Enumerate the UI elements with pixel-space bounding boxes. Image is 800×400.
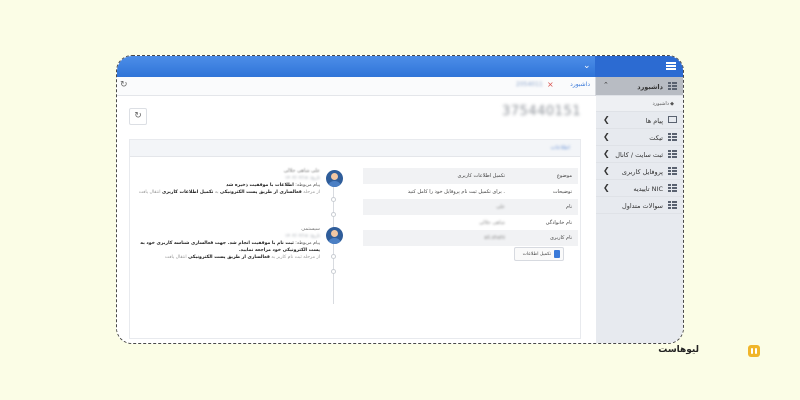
sidebar-item-site-register[interactable]: ❮ ثبت سایت / کانال bbox=[596, 146, 683, 163]
sidebar-item-dashboard[interactable]: ⌃ داشبورد bbox=[596, 77, 683, 96]
timeline: علی شاهی جلالی تاریخ: ۱۴۰۲/۰۲/۱۸ پیام مر… bbox=[130, 164, 350, 334]
tab-dashboard[interactable]: داشبورد bbox=[570, 81, 590, 88]
mail-icon bbox=[668, 116, 677, 123]
tab-strip: ↻ 2054011 × داشبورد bbox=[117, 77, 596, 96]
sidebar-item-messages[interactable]: ❮ پیام ها bbox=[596, 112, 683, 129]
ticket-panel: اطلاعات موضوع تکمیل اطلاعات کاربری توضیح… bbox=[129, 139, 581, 339]
grid-icon bbox=[668, 201, 677, 209]
grid-icon bbox=[668, 150, 677, 158]
sidebar-item-nic[interactable]: ❮ تاییدیه NIC bbox=[596, 180, 683, 197]
timeline-entry: سیستمی تاریخ: ۱۴۰۲/۰۲/۱۸ پیام مربوطه: ثب… bbox=[140, 226, 320, 260]
app-window: ⌄ ↻ 2054011 × داشبورد ⌃ داشبورد ◆ داشبور… bbox=[116, 55, 684, 344]
panel-header: اطلاعات bbox=[130, 140, 580, 157]
info-row-username: نام کاربری ali.shahi bbox=[363, 230, 578, 246]
sidebar-item-ticket[interactable]: ❮ تیکت bbox=[596, 129, 683, 146]
sidebar-item-profile[interactable]: ❮ پروفایل کاربری bbox=[596, 163, 683, 180]
timeline-entry: علی شاهی جلالی تاریخ: ۱۴۰۲/۰۲/۱۸ پیام مر… bbox=[138, 168, 320, 195]
info-row-family: نام خانوادگی شاهی جلالی bbox=[479, 219, 572, 226]
document-icon bbox=[554, 250, 560, 258]
timeline-line bbox=[333, 184, 334, 304]
sidebar: ⌃ داشبورد ◆ داشبورد ❮ پیام ها ❮ تیکت ❮ ث… bbox=[595, 77, 683, 343]
top-bar: ⌄ bbox=[117, 56, 683, 77]
bullet-icon: ◆ bbox=[670, 101, 674, 107]
info-row-description: توضیحات برای تکمیل ثبت نام پروفایل خود ر… bbox=[407, 188, 572, 195]
chevron-left-icon: ❮ bbox=[603, 149, 610, 158]
chevron-down-icon[interactable]: ⌄ bbox=[583, 60, 591, 72]
brand-logo-icon bbox=[748, 345, 760, 357]
timeline-dot bbox=[331, 254, 336, 259]
menu-button[interactable] bbox=[595, 56, 683, 77]
main-content: 375440151 ↻ اطلاعات موضوع تکمیل اطلاعات … bbox=[117, 96, 596, 343]
chevron-up-icon: ⌃ bbox=[603, 81, 609, 89]
info-table: موضوع تکمیل اطلاعات کاربری توضیحات برای … bbox=[363, 168, 578, 261]
refresh-button[interactable]: ↻ bbox=[129, 108, 147, 125]
close-tab-icon[interactable]: × bbox=[547, 80, 554, 89]
chevron-left-icon: ❮ bbox=[603, 183, 610, 192]
timeline-dot bbox=[331, 197, 336, 202]
timeline-dot bbox=[331, 212, 336, 217]
ticket-number: 375440151 bbox=[502, 104, 581, 119]
sidebar-item-faq[interactable]: سوالات متداول bbox=[596, 197, 683, 214]
chevron-left-icon: ❮ bbox=[603, 132, 610, 141]
tab-ticket[interactable]: 2054011 bbox=[516, 81, 543, 88]
grid-icon bbox=[668, 167, 677, 175]
chevron-left-icon: ❮ bbox=[603, 115, 610, 124]
refresh-icon[interactable]: ↻ bbox=[120, 80, 128, 90]
complete-info-button[interactable]: تکمیل اطلاعات bbox=[514, 247, 564, 261]
chevron-left-icon: ❮ bbox=[603, 166, 610, 175]
info-row-subject: موضوع تکمیل اطلاعات کاربری bbox=[363, 168, 578, 184]
timeline-dot bbox=[331, 269, 336, 274]
grid-icon bbox=[668, 184, 677, 192]
sidebar-subitem-dashboard[interactable]: ◆ داشبورد bbox=[596, 96, 683, 112]
avatar bbox=[326, 170, 343, 187]
avatar bbox=[326, 227, 343, 244]
info-row-name: نام علی bbox=[363, 199, 578, 215]
hamburger-icon bbox=[666, 62, 676, 70]
grid-icon bbox=[668, 82, 677, 90]
grid-icon bbox=[668, 133, 677, 141]
